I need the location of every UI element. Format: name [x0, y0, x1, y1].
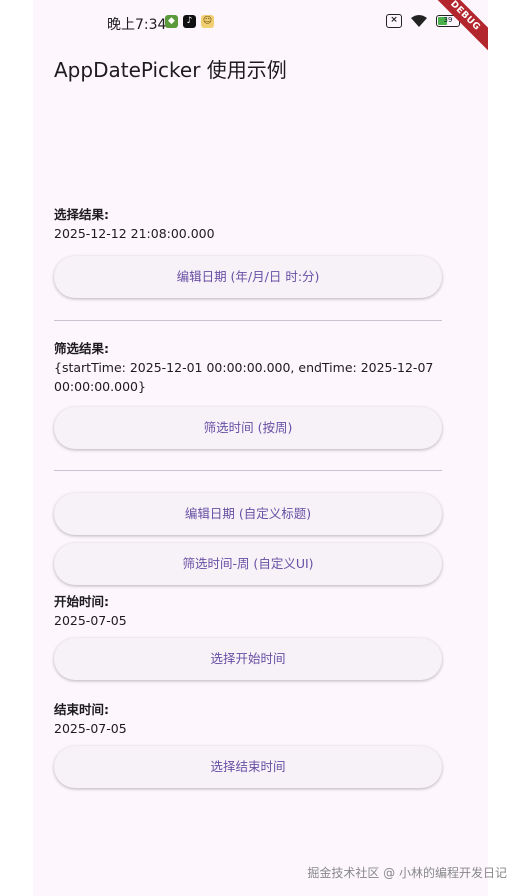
end-time-label: 结束时间: — [54, 702, 109, 717]
select-result-section: 选择结果: 2025-12-12 21:08:00.000 编辑日期 (年/月/… — [54, 206, 442, 298]
edit-date-custom-title-button[interactable]: 编辑日期 (自定义标题) — [54, 493, 442, 535]
filter-week-button[interactable]: 筛选时间 (按周) — [54, 407, 442, 449]
select-end-time-button[interactable]: 选择结束时间 — [54, 746, 442, 788]
filter-week-custom-ui-button[interactable]: 筛选时间-周 (自定义UI) — [54, 543, 442, 585]
start-time-value: 2025-07-05 — [54, 613, 127, 628]
main-content: 选择结果: 2025-12-12 21:08:00.000 编辑日期 (年/月/… — [54, 206, 442, 788]
select-start-time-button[interactable]: 选择开始时间 — [54, 638, 442, 680]
face-icon: ☺ — [201, 15, 214, 28]
select-result-label: 选择结果: — [54, 207, 109, 222]
app-window: 晚上7:34 ◆ ♪ ☺ × 39 DEBUG AppDatePicker 使用… — [33, 0, 488, 896]
status-time: 晚上7:34 — [107, 17, 167, 33]
no-sim-icon: × — [386, 14, 402, 28]
filter-result-label: 筛选结果: — [54, 341, 109, 356]
page-title: AppDatePicker 使用示例 — [54, 58, 287, 82]
end-time-value: 2025-07-05 — [54, 721, 127, 736]
select-result-value: 2025-12-12 21:08:00.000 — [54, 226, 215, 241]
screen-frame: 晚上7:34 ◆ ♪ ☺ × 39 DEBUG AppDatePicker 使用… — [0, 0, 521, 896]
start-time-section: 开始时间: 2025-07-05 选择开始时间 — [54, 593, 442, 680]
end-time-section: 结束时间: 2025-07-05 选择结束时间 — [54, 701, 442, 788]
status-bar: 晚上7:34 ◆ ♪ ☺ × 39 DEBUG — [33, 0, 488, 54]
start-time-label: 开始时间: — [54, 594, 109, 609]
notification-icons: ◆ ♪ ☺ — [165, 15, 214, 28]
edit-date-button[interactable]: 编辑日期 (年/月/日 时:分) — [54, 256, 442, 298]
app-icon-green: ◆ — [165, 15, 178, 28]
watermark: 掘金技术社区 @ 小林的编程开发日记 — [307, 866, 507, 880]
filter-result-value: {startTime: 2025-12-01 00:00:00.000, end… — [54, 360, 434, 394]
tiktok-icon: ♪ — [183, 15, 196, 28]
wifi-icon — [411, 15, 427, 27]
filter-result-section: 筛选结果: {startTime: 2025-12-01 00:00:00.00… — [54, 340, 442, 449]
system-icons: × 39 — [386, 14, 460, 28]
